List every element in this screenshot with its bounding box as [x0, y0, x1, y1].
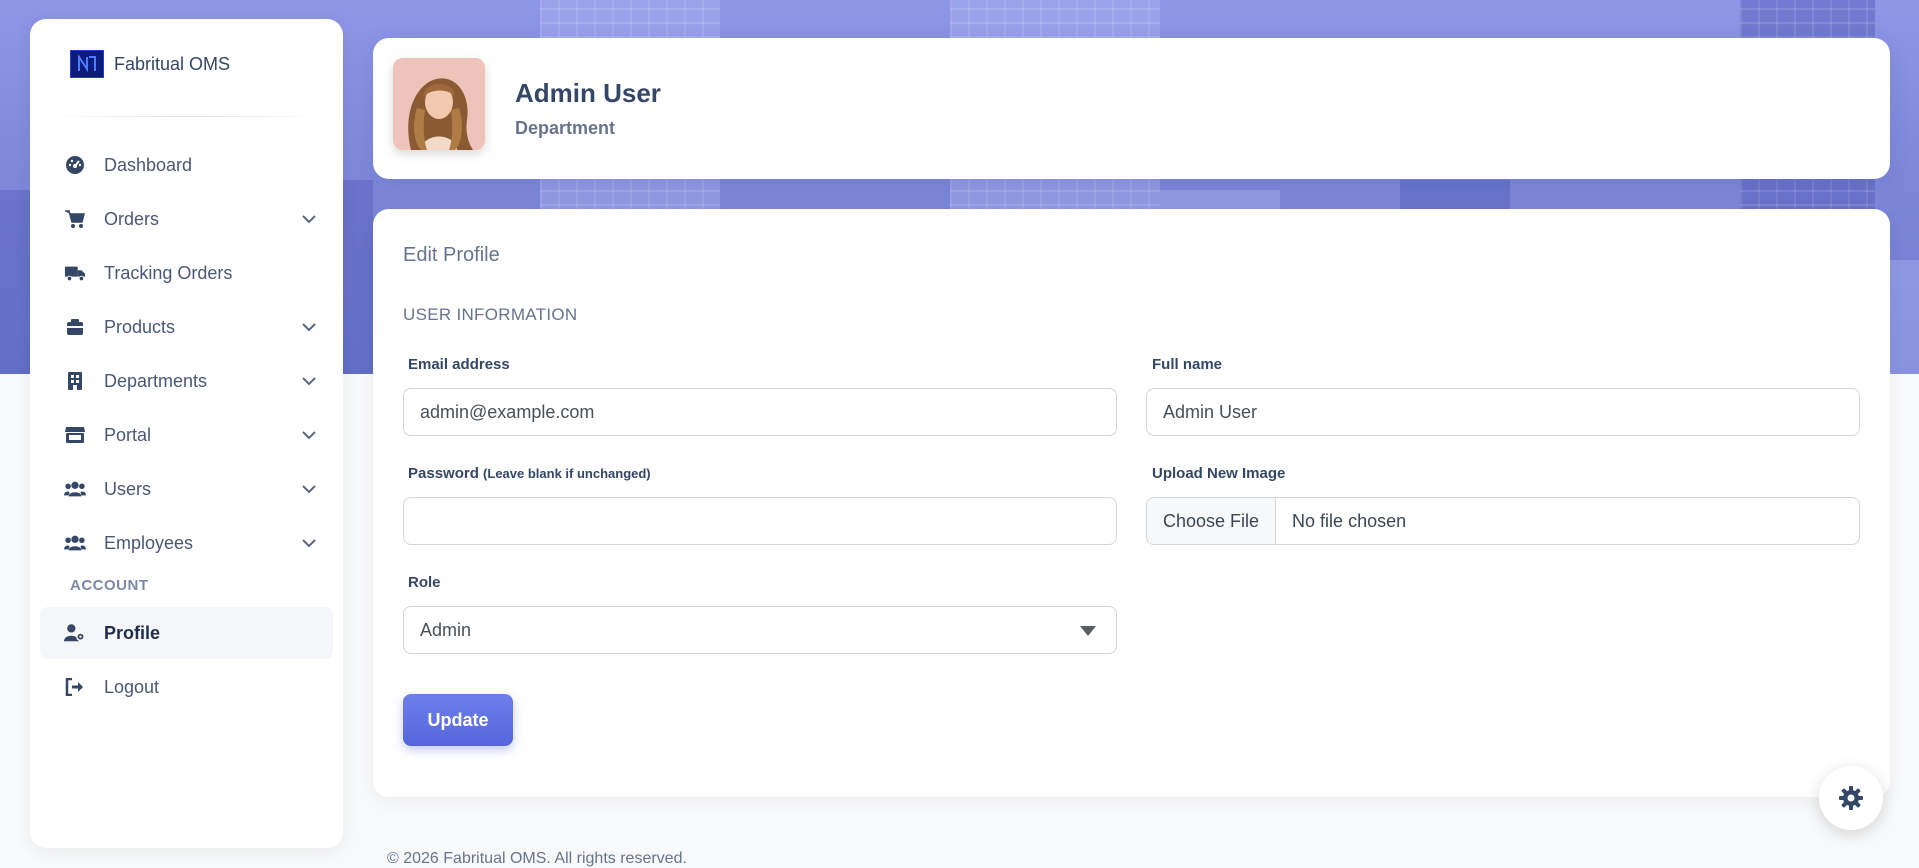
sidebar-nav: Dashboard Orders Tracking Orders Product…: [40, 139, 333, 715]
update-button[interactable]: Update: [403, 694, 513, 746]
chevron-down-icon: [302, 377, 316, 386]
edit-profile-title: Edit Profile: [403, 244, 500, 266]
sidebar-item-orders[interactable]: Orders: [40, 193, 333, 245]
fullname-field-value: Admin User: [1163, 401, 1258, 422]
email-label: Email address: [408, 356, 510, 373]
role-select-value: Admin: [420, 619, 472, 640]
edit-profile-card: Edit Profile USER INFORMATION Email addr…: [373, 209, 1890, 797]
sidebar-item-label: Products: [104, 316, 176, 337]
account-section-label: ACCOUNT: [70, 577, 149, 594]
profile-header-card: Admin User Department: [373, 38, 1890, 179]
sidebar-item-label: Orders: [104, 208, 160, 229]
sidebar-item-label: Users: [104, 478, 152, 499]
sidebar-item-products[interactable]: Products: [40, 301, 333, 353]
password-hint: (Leave blank if unchanged): [483, 466, 651, 481]
sidebar-item-label: Profile: [104, 622, 161, 643]
users-icon: [64, 532, 86, 554]
user-information-heading: USER INFORMATION: [403, 305, 578, 324]
chevron-down-icon: [302, 323, 316, 332]
upload-image-input[interactable]: Choose File No file chosen: [1146, 497, 1860, 545]
truck-icon: [64, 262, 86, 284]
sidebar-item-portal[interactable]: Portal: [40, 409, 333, 461]
sidebar: Fabritual OMS Dashboard Orders Tracking …: [30, 19, 343, 848]
gear-icon: [1839, 786, 1863, 810]
sidebar-item-label: Portal: [104, 424, 152, 445]
sidebar-item-dashboard[interactable]: Dashboard: [40, 139, 333, 191]
role-select[interactable]: Admin: [403, 606, 1117, 654]
fullname-label: Full name: [1152, 356, 1223, 373]
password-label-text: Password: [408, 465, 479, 482]
dashboard-icon: [64, 154, 86, 176]
dropdown-arrow-icon: [1080, 626, 1096, 636]
hero-building: [343, 180, 373, 374]
box-icon: [64, 316, 86, 338]
file-status-text: No file chosen: [1292, 510, 1407, 531]
password-field[interactable]: [403, 497, 1117, 545]
sidebar-item-tracking-orders[interactable]: Tracking Orders: [40, 247, 333, 299]
sidebar-item-label: Logout: [104, 676, 160, 697]
fullname-field[interactable]: Admin User: [1146, 388, 1860, 436]
email-field-value: admin@example.com: [420, 401, 595, 422]
profile-department: Department: [515, 118, 616, 138]
chevron-down-icon: [302, 485, 316, 494]
upload-image-label: Upload New Image: [1152, 465, 1286, 482]
user-gear-icon: [64, 622, 86, 644]
avatar: [393, 58, 485, 150]
hero-building: [1890, 260, 1919, 374]
chevron-down-icon: [302, 431, 316, 440]
logout-icon: [64, 676, 86, 698]
brand[interactable]: Fabritual OMS: [70, 49, 230, 79]
sidebar-divider: [50, 116, 323, 117]
chevron-down-icon: [302, 215, 316, 224]
role-label: Role: [408, 574, 441, 591]
choose-file-button[interactable]: Choose File: [1147, 498, 1277, 544]
chevron-down-icon: [302, 539, 316, 548]
sidebar-item-label: Departments: [104, 370, 208, 391]
avatar-photo-icon: [393, 58, 485, 150]
sidebar-item-departments[interactable]: Departments: [40, 355, 333, 407]
sidebar-item-logout[interactable]: Logout: [40, 661, 333, 713]
sidebar-item-employees[interactable]: Employees: [40, 517, 333, 569]
profile-name: Admin User: [515, 78, 661, 108]
settings-button[interactable]: [1819, 766, 1883, 830]
building-icon: [64, 370, 86, 392]
sidebar-item-label: Tracking Orders: [104, 262, 233, 283]
brand-name: Fabritual OMS: [114, 53, 231, 74]
footer-text: © 2026 Fabritual OMS. All rights reserve…: [387, 850, 687, 867]
password-label: Password (Leave blank if unchanged): [408, 465, 651, 482]
sidebar-item-label: Dashboard: [104, 154, 193, 175]
sidebar-item-label: Employees: [104, 532, 194, 553]
sidebar-item-profile[interactable]: Profile: [40, 607, 333, 659]
hero-building: [0, 190, 30, 374]
users-icon: [64, 478, 86, 500]
store-icon: [64, 424, 86, 446]
brand-logo-icon: [70, 50, 104, 78]
sidebar-item-users[interactable]: Users: [40, 463, 333, 515]
email-field[interactable]: admin@example.com: [403, 388, 1117, 436]
cart-icon: [64, 208, 86, 230]
